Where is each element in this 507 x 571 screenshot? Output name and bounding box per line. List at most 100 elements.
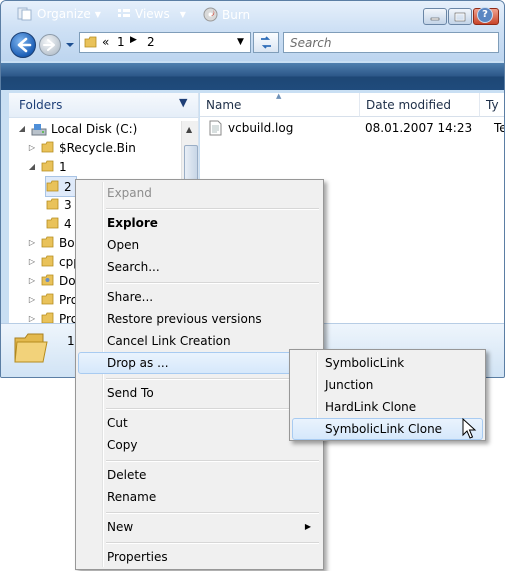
- organize-button[interactable]: Organize ▼: [17, 7, 101, 21]
- column-header-label: Ty: [486, 98, 499, 112]
- refresh-button[interactable]: [253, 32, 279, 53]
- burn-disc-icon: [203, 7, 218, 22]
- sort-ascending-icon: ▲: [276, 93, 282, 100]
- collapsed-arrow-icon[interactable]: ▷: [27, 257, 37, 266]
- collapsed-arrow-icon[interactable]: ▷: [27, 238, 37, 247]
- menu-separator: [106, 282, 319, 284]
- user-folder-icon: [41, 274, 54, 286]
- submenu-arrow-icon: ▶: [304, 522, 311, 531]
- chevron-down-icon: [66, 43, 74, 47]
- chevron-down-icon: ▼: [94, 9, 101, 19]
- address-overflow-chevron[interactable]: «: [102, 35, 109, 49]
- tree-item-2[interactable]: 2: [45, 176, 77, 197]
- address-segment-2[interactable]: 2: [147, 35, 155, 49]
- menu-item-explore[interactable]: Explore: [78, 212, 321, 234]
- views-button[interactable]: Views ▼: [117, 7, 186, 21]
- menu-item-properties[interactable]: Properties: [78, 546, 321, 568]
- tree-item-pro-2[interactable]: ▷ Pro: [27, 309, 78, 323]
- menu-item-cancel-link-creation[interactable]: Cancel Link Creation: [78, 330, 321, 352]
- forward-arrow-icon: [43, 39, 55, 51]
- menu-item-label: SymbolicLink Clone: [325, 422, 443, 436]
- burn-button[interactable]: Burn: [203, 7, 250, 22]
- menu-separator: [106, 542, 319, 544]
- back-arrow-icon: [17, 37, 32, 53]
- menu-item-label: Share...: [107, 290, 154, 304]
- help-icon[interactable]: ?: [477, 7, 493, 23]
- menu-item-symboliclink[interactable]: SymbolicLink: [292, 352, 483, 374]
- tree-item-recycle-bin[interactable]: ▷ $Recycle.Bin: [27, 138, 136, 157]
- menu-item-label: Expand: [107, 186, 152, 200]
- folders-header[interactable]: Folders ▼: [9, 93, 198, 118]
- back-button[interactable]: [10, 32, 36, 58]
- folder-open-icon: [41, 160, 54, 172]
- chevron-down-icon[interactable]: ▼: [179, 96, 187, 109]
- menu-item-cut[interactable]: Cut: [78, 412, 321, 434]
- menu-item-label: Cut: [107, 416, 128, 430]
- text-file-icon: [209, 120, 222, 136]
- organize-label: Organize: [37, 7, 91, 21]
- menu-item-restore-previous-versions[interactable]: Restore previous versions: [78, 308, 321, 330]
- tree-item-boo[interactable]: ▷ Boo: [27, 233, 82, 252]
- menu-item-share[interactable]: Share...: [78, 286, 321, 308]
- collapsed-arrow-icon[interactable]: ▷: [27, 276, 37, 285]
- menu-item-label: New: [107, 520, 134, 534]
- file-row[interactable]: vcbuild.log 08.01.2007 14:23 Te: [208, 120, 504, 139]
- menu-item-search[interactable]: Search...: [78, 256, 321, 278]
- forward-button[interactable]: [39, 34, 61, 56]
- large-folder-icon: [14, 333, 48, 363]
- menu-separator: [106, 408, 319, 410]
- menu-item-drop-as[interactable]: Drop as ... ▶: [78, 352, 321, 374]
- views-label: Views: [135, 7, 170, 21]
- menu-separator: [106, 208, 319, 210]
- organize-icon: [17, 7, 32, 21]
- tree-item-4[interactable]: 4: [46, 214, 72, 233]
- tree-item-label: 3: [64, 197, 72, 212]
- column-header-name[interactable]: Name ▲: [200, 93, 360, 117]
- tree-item-pro-1[interactable]: ▷ Pro: [27, 290, 78, 309]
- address-dropdown-icon[interactable]: ▼: [237, 37, 244, 47]
- tree-item-3[interactable]: 3: [46, 195, 72, 214]
- menu-item-rename[interactable]: Rename: [78, 486, 321, 508]
- menu-item-junction[interactable]: Junction: [292, 374, 483, 396]
- maximize-button[interactable]: [448, 8, 472, 25]
- collapsed-arrow-icon[interactable]: ▷: [27, 295, 37, 304]
- column-header-type[interactable]: Ty: [480, 93, 504, 117]
- menu-item-hardlink-clone[interactable]: HardLink Clone: [292, 396, 483, 418]
- collapsed-arrow-icon[interactable]: ▷: [27, 314, 37, 323]
- address-separator-icon[interactable]: ▶: [130, 35, 137, 45]
- tree-item-local-disk[interactable]: ◢ Local Disk (C:): [17, 119, 137, 138]
- menu-item-label: HardLink Clone: [325, 400, 417, 414]
- mouse-cursor-icon: [462, 418, 477, 439]
- search-input[interactable]: Search: [283, 32, 499, 53]
- chevron-down-icon: ▼: [179, 9, 186, 19]
- column-header-date-modified[interactable]: Date modified: [360, 93, 480, 117]
- expanded-arrow-icon[interactable]: ◢: [27, 162, 37, 171]
- menu-item-open[interactable]: Open: [78, 234, 321, 256]
- tree-item-1[interactable]: ◢ 1: [27, 157, 67, 176]
- folder-icon: [84, 36, 97, 48]
- menu-item-new[interactable]: New ▶: [78, 516, 321, 538]
- file-type: Te: [494, 121, 504, 135]
- menu-item-symboliclink-clone[interactable]: SymbolicLink Clone: [292, 418, 483, 440]
- scroll-up-icon[interactable]: ▲: [186, 125, 192, 134]
- burn-label: Burn: [222, 7, 251, 22]
- recent-pages-dropdown[interactable]: [65, 39, 75, 49]
- folder-icon: [41, 141, 54, 153]
- search-placeholder: Search: [290, 36, 332, 50]
- minimize-button[interactable]: [423, 8, 447, 25]
- address-bar[interactable]: « 1 ▶ 2 ▼: [79, 32, 251, 53]
- column-header-label: Name: [206, 98, 242, 112]
- tree-item-doc[interactable]: ▷ Doc: [27, 271, 82, 290]
- folder-icon: [46, 198, 59, 210]
- collapsed-arrow-icon[interactable]: ▷: [27, 143, 37, 152]
- file-name: vcbuild.log: [228, 121, 294, 135]
- menu-item-label: SymbolicLink: [325, 356, 405, 370]
- tree-item-cpp[interactable]: ▷ cpp: [27, 252, 81, 271]
- expanded-arrow-icon[interactable]: ◢: [17, 124, 27, 133]
- address-segment-1[interactable]: 1: [117, 35, 125, 49]
- menu-item-delete[interactable]: Delete: [78, 464, 321, 486]
- menu-item-expand: Expand: [78, 182, 321, 204]
- refresh-icon: [261, 36, 271, 49]
- menu-item-copy[interactable]: Copy: [78, 434, 321, 456]
- menu-item-send-to[interactable]: Send To ▶: [78, 382, 321, 404]
